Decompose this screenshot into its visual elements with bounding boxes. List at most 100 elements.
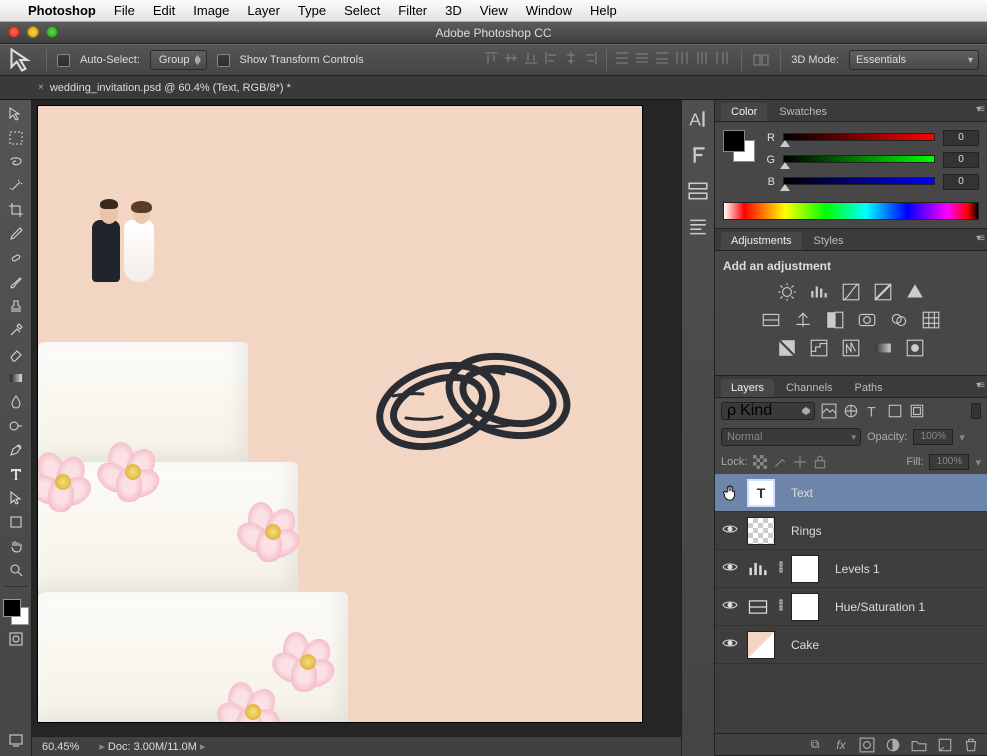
menu-3d[interactable]: 3D	[445, 3, 462, 18]
distribute-vcenter-icon[interactable]	[633, 49, 651, 67]
invert-icon[interactable]	[777, 339, 797, 357]
menu-layer[interactable]: Layer	[247, 3, 280, 18]
hand-tool-icon[interactable]	[4, 536, 28, 556]
filter-type-icon[interactable]: T	[865, 403, 881, 419]
lock-transparency-icon[interactable]	[753, 455, 767, 469]
window-minimize-button[interactable]	[27, 26, 39, 38]
menu-help[interactable]: Help	[590, 3, 617, 18]
foreground-color-swatch[interactable]	[3, 599, 21, 617]
menu-select[interactable]: Select	[344, 3, 380, 18]
channels-tab[interactable]: Channels	[776, 379, 842, 397]
marquee-tool-icon[interactable]	[4, 128, 28, 148]
new-adjustment-icon[interactable]	[885, 737, 901, 753]
align-left-icon[interactable]	[542, 49, 560, 67]
align-bottom-icon[interactable]	[522, 49, 540, 67]
menu-window[interactable]: Window	[526, 3, 572, 18]
mac-menubar[interactable]: Photoshop File Edit Image Layer Type Sel…	[0, 0, 987, 22]
document-canvas[interactable]	[38, 106, 642, 722]
screen-mode-icon[interactable]	[4, 730, 28, 750]
crop-tool-icon[interactable]	[4, 200, 28, 220]
align-right-icon[interactable]	[582, 49, 600, 67]
layer-mask-icon[interactable]	[859, 737, 875, 753]
layer-name[interactable]: Text	[791, 486, 813, 500]
history-brush-tool-icon[interactable]	[4, 320, 28, 340]
eyedropper-tool-icon[interactable]	[4, 224, 28, 244]
layer-row[interactable]: Levels 1	[715, 550, 987, 588]
layer-row[interactable]: Cake	[715, 626, 987, 664]
layer-link-icon[interactable]	[777, 597, 783, 616]
color-panel-swatches[interactable]	[723, 130, 755, 162]
quick-mask-icon[interactable]	[4, 629, 28, 649]
levels-icon[interactable]	[809, 283, 829, 301]
panel-menu-icon[interactable]: ▾≡	[976, 233, 983, 244]
foreground-color-swatch[interactable]	[723, 130, 745, 152]
swatches-tab[interactable]: Swatches	[769, 103, 837, 121]
filter-adjustment-icon[interactable]	[843, 403, 859, 419]
lasso-tool-icon[interactable]	[4, 152, 28, 172]
layer-row[interactable]: TText	[715, 474, 987, 512]
color-spectrum[interactable]	[723, 202, 979, 220]
new-group-icon[interactable]	[911, 737, 927, 753]
filter-pixel-icon[interactable]	[821, 403, 837, 419]
workspace-switcher[interactable]: Essentials	[849, 50, 979, 70]
fill-value[interactable]: 100%	[929, 454, 969, 470]
character-styles-panel-icon[interactable]	[687, 180, 709, 202]
styles-tab[interactable]: Styles	[804, 232, 854, 250]
move-tool-icon[interactable]	[4, 104, 28, 124]
menu-type[interactable]: Type	[298, 3, 326, 18]
lock-pixels-icon[interactable]	[773, 455, 787, 469]
layer-name[interactable]: Rings	[791, 524, 822, 538]
auto-align-icon[interactable]	[752, 51, 770, 69]
foreground-background-colors[interactable]	[3, 599, 29, 625]
layer-visibility-icon[interactable]	[721, 561, 739, 576]
g-value[interactable]: 0	[943, 152, 979, 168]
paragraph-panel-icon[interactable]	[687, 144, 709, 166]
layer-thumbnail[interactable]	[747, 631, 775, 659]
exposure-icon[interactable]	[873, 283, 893, 301]
selective-color-icon[interactable]	[905, 339, 925, 357]
color-lookup-icon[interactable]	[921, 311, 941, 329]
layer-style-icon[interactable]: fx	[833, 737, 849, 753]
pen-tool-icon[interactable]	[4, 440, 28, 460]
color-balance-icon[interactable]	[793, 311, 813, 329]
panel-menu-icon[interactable]: ▾≡	[976, 104, 983, 115]
layer-name[interactable]: Levels 1	[835, 562, 880, 576]
dodge-tool-icon[interactable]	[4, 416, 28, 436]
filter-shape-icon[interactable]	[887, 403, 903, 419]
menu-file[interactable]: File	[114, 3, 135, 18]
menu-filter[interactable]: Filter	[398, 3, 427, 18]
layer-thumbnail[interactable]	[747, 517, 775, 545]
delete-layer-icon[interactable]	[963, 737, 979, 753]
distribute-bottom-icon[interactable]	[653, 49, 671, 67]
menu-image[interactable]: Image	[193, 3, 229, 18]
layer-row[interactable]: Hue/Saturation 1	[715, 588, 987, 626]
black-white-icon[interactable]	[825, 311, 845, 329]
layer-filter-kind[interactable]: ρKind	[721, 402, 815, 420]
brightness-contrast-icon[interactable]	[777, 283, 797, 301]
vibrance-icon[interactable]	[905, 283, 925, 301]
layer-visibility-icon[interactable]	[721, 637, 739, 652]
layer-visibility-icon[interactable]	[721, 599, 739, 614]
type-tool-icon[interactable]	[4, 464, 28, 484]
distribute-hcenter-icon[interactable]	[693, 49, 711, 67]
menu-edit[interactable]: Edit	[153, 3, 175, 18]
window-zoom-button[interactable]	[46, 26, 58, 38]
r-slider[interactable]	[783, 133, 935, 143]
shape-tool-icon[interactable]	[4, 512, 28, 532]
panel-menu-icon[interactable]: ▾≡	[976, 380, 983, 391]
auto-select-dropdown[interactable]: Group	[150, 50, 207, 70]
zoom-level[interactable]: 60.45%	[42, 741, 79, 753]
auto-select-checkbox[interactable]	[57, 54, 70, 67]
posterize-icon[interactable]	[809, 339, 829, 357]
align-top-icon[interactable]	[482, 49, 500, 67]
r-value[interactable]: 0	[943, 130, 979, 146]
gradient-tool-icon[interactable]	[4, 368, 28, 388]
layer-name[interactable]: Cake	[791, 638, 819, 652]
layer-visibility-icon[interactable]	[721, 523, 739, 538]
gradient-map-icon[interactable]	[873, 339, 893, 357]
eraser-tool-icon[interactable]	[4, 344, 28, 364]
zoom-tool-icon[interactable]	[4, 560, 28, 580]
adjustments-tab[interactable]: Adjustments	[721, 232, 802, 250]
filter-smart-icon[interactable]	[909, 403, 925, 419]
align-hcenter-icon[interactable]	[562, 49, 580, 67]
